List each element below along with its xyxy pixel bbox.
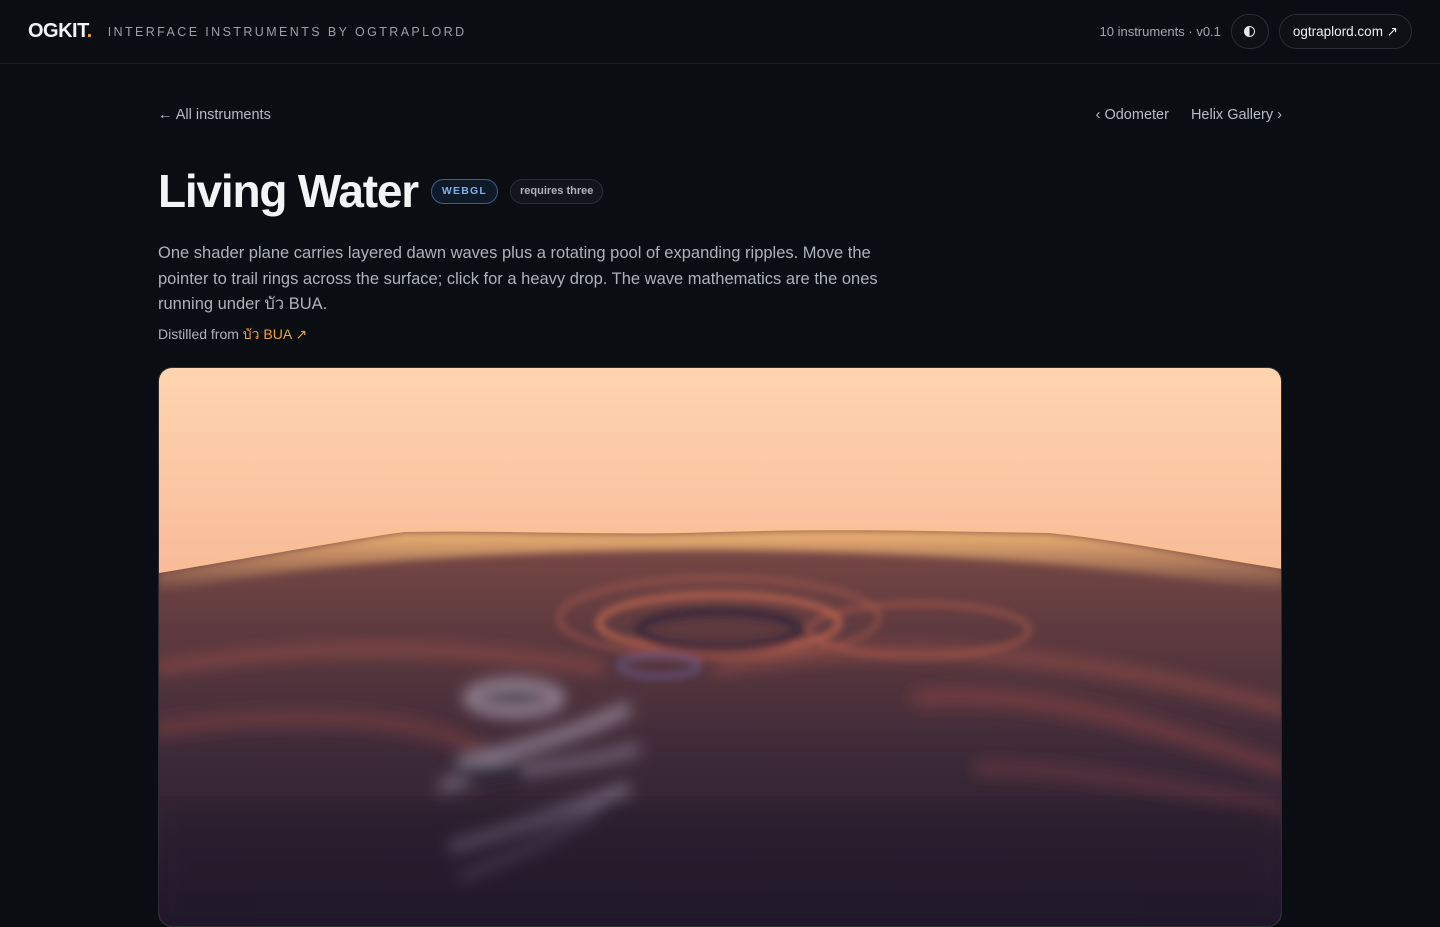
source-link[interactable]: บัว BUA ↗ — [243, 326, 307, 342]
tagline: INTERFACE INSTRUMENTS BY OGTRAPLORD — [107, 24, 467, 39]
title-row: Living Water WEBGL requires three — [158, 165, 604, 217]
requires-badge: requires three — [510, 178, 604, 204]
description: One shader plane carries layered dawn wa… — [158, 244, 878, 313]
contrast-icon — [1244, 26, 1256, 37]
distilled-prefix: Distilled from — [158, 326, 243, 342]
prev-instrument-link[interactable]: ‹ Odometer — [1096, 107, 1169, 123]
webgl-canvas[interactable] — [158, 367, 1282, 927]
back-to-all-link[interactable]: ← All instruments — [158, 107, 271, 123]
prev-next-nav: ‹ Odometer Helix Gallery › — [1096, 107, 1282, 123]
distilled-from: Distilled from บัว BUA ↗ — [158, 324, 307, 346]
top-bar: OGKIT. INTERFACE INSTRUMENTS BY OGTRAPLO… — [0, 0, 1440, 64]
brand-logo[interactable]: OGKIT. — [28, 20, 92, 43]
header-actions: 10 instruments · v0.1 ogtraplord.com ↗ — [1099, 14, 1412, 49]
page-title: Living Water — [158, 165, 419, 217]
theme-toggle-button[interactable] — [1230, 14, 1269, 49]
next-instrument-link[interactable]: Helix Gallery › — [1191, 107, 1282, 123]
instrument-nav: ← All instruments ‹ Odometer Helix Galle… — [158, 105, 1282, 125]
instrument-count: 10 instruments · v0.1 — [1099, 24, 1221, 39]
brand-dot: . — [86, 20, 93, 42]
brand-name: OGKIT — [28, 20, 87, 42]
webgl-badge: WEBGL — [430, 178, 498, 204]
site-link-button[interactable]: ogtraplord.com ↗ — [1278, 14, 1412, 49]
water-scene — [159, 368, 1281, 926]
